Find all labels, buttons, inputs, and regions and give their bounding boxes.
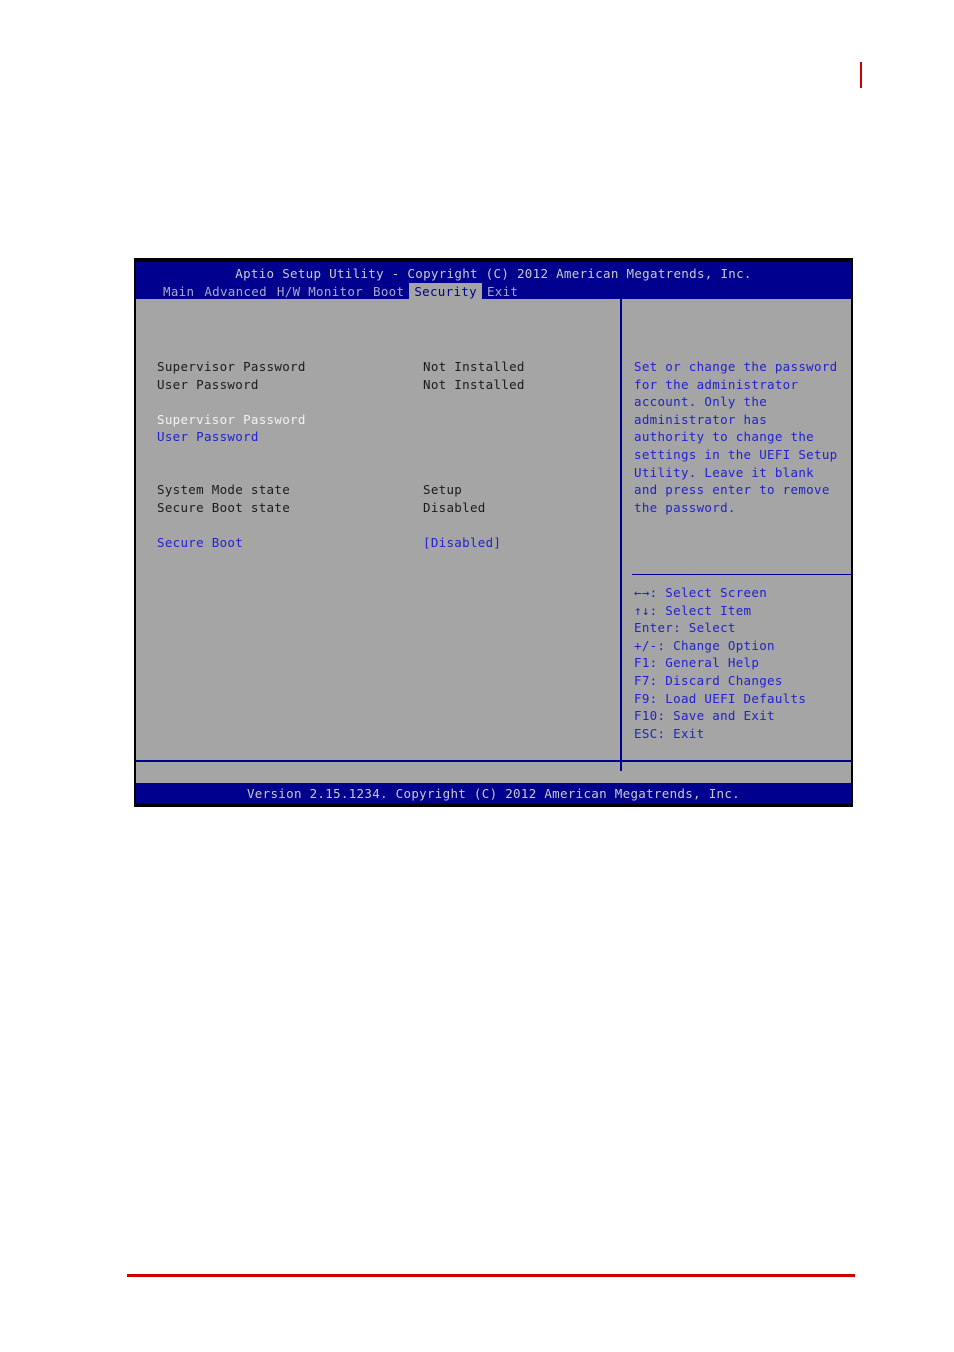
secure-boot-state-value: Disabled xyxy=(423,499,486,515)
secure-boot-state-label: Secure Boot state xyxy=(157,499,291,515)
row-supervisor-password-action[interactable]: Supervisor Password xyxy=(157,411,611,429)
key-legend: ←→: Select Screen ↑↓: Select Item Enter:… xyxy=(634,584,845,742)
tab-security[interactable]: Security xyxy=(409,283,482,301)
menu-bar: Main Advanced H/W Monitor Boot Security … xyxy=(158,283,523,301)
tab-exit[interactable]: Exit xyxy=(482,283,523,301)
tab-hw-monitor[interactable]: H/W Monitor xyxy=(272,283,368,301)
row-system-mode-state: System Mode state Setup xyxy=(157,481,611,499)
bios-footer: Version 2.15.1234. Copyright (C) 2012 Am… xyxy=(136,783,851,803)
row-user-password-action[interactable]: User Password xyxy=(157,428,611,446)
legend-change-option: +/-: Change Option xyxy=(634,637,775,653)
row-secure-boot-state: Secure Boot state Disabled xyxy=(157,499,611,517)
row-supervisor-password-status: Supervisor Password Not Installed xyxy=(157,358,611,376)
user-password-action-label: User Password xyxy=(157,429,259,445)
bios-title: Aptio Setup Utility - Copyright (C) 2012… xyxy=(235,266,752,281)
legend-select-item: ↑↓: Select Item xyxy=(634,602,752,618)
supervisor-password-status-value: Not Installed xyxy=(423,359,525,374)
settings-pane: Supervisor Password Not Installed User P… xyxy=(136,299,619,771)
tab-boot[interactable]: Boot xyxy=(368,283,409,301)
secure-boot-value[interactable]: [Disabled] xyxy=(423,534,501,552)
legend-enter-select: Enter: Select xyxy=(634,620,736,636)
page-accent-tick xyxy=(860,62,862,88)
row-secure-boot[interactable]: Secure Boot [Disabled] xyxy=(157,534,611,552)
system-mode-state-label: System Mode state xyxy=(157,481,291,497)
legend-save-and-exit: F10: Save and Exit xyxy=(634,708,775,724)
bios-window-inner: Aptio Setup Utility - Copyright (C) 2012… xyxy=(136,262,851,803)
user-password-status-label: User Password xyxy=(157,376,259,392)
page-bottom-rule xyxy=(127,1274,855,1277)
supervisor-password-action-label: Supervisor Password xyxy=(157,411,306,427)
help-pane: Set or change the password for the admin… xyxy=(620,299,851,771)
help-separator xyxy=(632,574,851,575)
user-password-status-value: Not Installed xyxy=(423,376,525,392)
legend-esc-exit: ESC: Exit xyxy=(634,725,705,741)
legend-discard-changes: F7: Discard Changes xyxy=(634,672,783,688)
secure-boot-label: Secure Boot xyxy=(157,534,244,550)
supervisor-password-status-label: Supervisor Password xyxy=(157,359,306,374)
legend-general-help: F1: General Help xyxy=(634,655,760,671)
legend-load-defaults: F9: Load UEFI Defaults xyxy=(634,690,807,706)
bios-setup-window: Aptio Setup Utility - Copyright (C) 2012… xyxy=(134,258,853,807)
body-bottom-rule xyxy=(136,760,851,762)
tab-main[interactable]: Main xyxy=(158,283,199,301)
bios-body: Supervisor Password Not Installed User P… xyxy=(136,299,851,771)
system-mode-state-value: Setup xyxy=(423,481,463,497)
row-user-password-status: User Password Not Installed xyxy=(157,376,611,394)
settings-list: Supervisor Password Not Installed User P… xyxy=(157,358,611,551)
help-description: Set or change the password for the admin… xyxy=(634,359,846,515)
legend-select-screen: ←→: Select Screen xyxy=(634,585,768,600)
tab-advanced[interactable]: Advanced xyxy=(199,283,272,301)
bios-header: Aptio Setup Utility - Copyright (C) 2012… xyxy=(136,262,851,301)
